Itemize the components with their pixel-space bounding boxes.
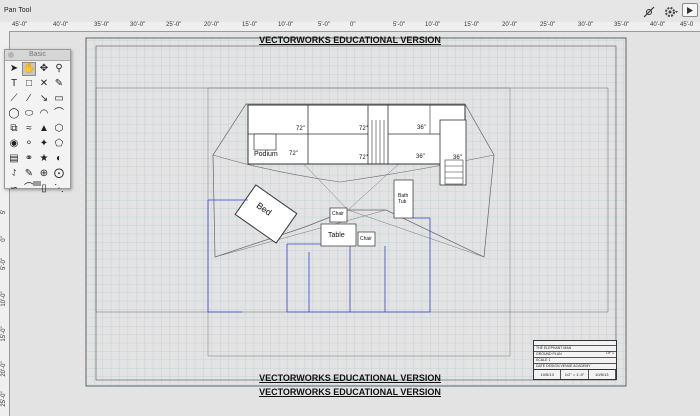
ruler-tick-label: 35'-0" [94, 22, 110, 28]
dimension-label: 72" [359, 155, 368, 161]
offset-icon[interactable]: ⚭ [22, 152, 36, 166]
title-block-scale: 1/2" = 1'-0" [561, 370, 589, 379]
flip-icon[interactable]: ⬠ [52, 137, 66, 151]
expand-palette-button[interactable] [682, 3, 698, 17]
title-block-plate: OF 1 [606, 351, 614, 355]
brush-icon[interactable]: ✎ [22, 167, 36, 181]
hexagon-icon[interactable]: ⬡ [52, 122, 66, 136]
title-block-date: 10/5/13 [534, 370, 562, 379]
active-tool-label: Pan Tool [4, 7, 32, 14]
palette-header[interactable]: Basic [5, 50, 70, 61]
push-pull-icon[interactable]: ⚬ [22, 137, 36, 151]
ruler-horizontal[interactable]: 45'-0" 40'-0" 35'-0" 30'-0" 25'-0" 20'-0… [0, 22, 700, 32]
ruler-tick-label: 10'-0" [425, 22, 441, 28]
tub-label: Tub [398, 199, 407, 205]
rectangle-callout-icon[interactable]: □ [22, 77, 36, 91]
arc-icon[interactable]: ◠ [37, 107, 51, 121]
educational-watermark-bottom-2: VECTORWORKS EDUCATIONAL VERSION [259, 387, 441, 397]
ruler-tick-label: 30'-0" [578, 22, 594, 28]
palette-tool-grid: ➤ ✋ ✥ ⚲ T □ ✕ ✎ ⟋ ∕ ↘ ▭ ◯ ⬭ ◠ ⌒ ⧉ ≈ ▲ ⬡ … [7, 62, 66, 196]
line-icon[interactable]: ⟋ [7, 92, 21, 106]
ruler-tick-label: 25'-0" [166, 22, 182, 28]
clip-icon[interactable]: ▤ [7, 152, 21, 166]
ruler-tick-label: 10'-0" [278, 22, 294, 28]
ruler-tick-label: 0" [1, 236, 7, 242]
rounded-rect-icon[interactable]: ▭ [52, 92, 66, 106]
palette-resize-icon[interactable] [33, 181, 41, 186]
freehand-icon[interactable]: ≈ [22, 122, 36, 136]
shapes-icon[interactable]: ▲ [37, 122, 51, 136]
ruler-tick-label: 15'-0" [242, 22, 258, 28]
oval-icon[interactable]: ⬭ [22, 107, 36, 121]
circle-icon[interactable]: ◯ [7, 107, 21, 121]
dimension-label: 36" [417, 125, 426, 131]
ruler-tick-label: 15'-0" [1, 326, 7, 342]
title-block[interactable]: ​ THE ELEPHANT MAN GROUND PLAN SCALE 1 D… [533, 340, 617, 380]
dimension-label: 36" [453, 155, 462, 161]
basic-tool-palette[interactable]: Basic ➤ ✋ ✥ ⚲ T □ ✕ ✎ ⟋ ∕ ↘ ▭ ◯ ⬭ ◠ ⌒ ⧉ … [4, 49, 71, 194]
eyedropper-icon[interactable]: ✎ [52, 77, 66, 91]
dimension-label: 36" [416, 154, 425, 160]
title-block-date-2: 10/5/13 [589, 370, 616, 379]
zoom-icon[interactable]: ⚲ [52, 62, 66, 76]
educational-watermark-top: VECTORWORKS EDUCATIONAL VERSION [259, 35, 441, 45]
double-line-icon[interactable]: ∕ [22, 92, 36, 106]
ruler-tick-label: 20'-0" [204, 22, 220, 28]
ruler-tick-label: 45'-0 [680, 22, 694, 28]
title-block-footer: 10/5/13 1/2" = 1'-0" 10/5/13 [534, 369, 616, 379]
more-icon[interactable]: ⋱ [52, 182, 66, 196]
polyline-icon[interactable]: ⧉ [7, 122, 21, 136]
podium-label: Podium [254, 151, 278, 158]
fillet-icon[interactable]: ⥌ [7, 167, 21, 181]
ruler-tick-label: 40'-0" [650, 22, 666, 28]
dimension-label: 72" [289, 151, 298, 157]
select-arrow-icon[interactable]: ➤ [7, 62, 21, 76]
chair-label: Chair [360, 236, 372, 242]
x-mark-icon[interactable]: ✕ [37, 77, 51, 91]
ruler-tick-label: 25'-0" [1, 391, 7, 407]
ruler-tick-label: 15'-0" [464, 22, 480, 28]
ruler-tick-label: 5'-0" [393, 22, 405, 28]
ruler-tick-label: 20'-0" [502, 22, 518, 28]
ruler-tick-label: 25'-0" [540, 22, 556, 28]
ellipse-icon[interactable]: ⨀ [52, 167, 66, 181]
dimension-label: 72" [296, 126, 305, 132]
top-toolbar: Pan Tool [0, 0, 700, 23]
ruler-tick-label: 5' [1, 209, 7, 215]
ruler-tick-label: 5'-0" [1, 258, 7, 270]
bucket-icon[interactable]: ◐ [52, 152, 66, 166]
loci-icon[interactable]: ⊕ [37, 167, 51, 181]
chair-label: Chair [332, 211, 344, 217]
stair-icon[interactable]: ∽ [7, 182, 21, 196]
ruler-tick-label: 45'-0" [12, 22, 28, 28]
dim-arrow-icon[interactable]: ↘ [37, 92, 51, 106]
ruler-tick-label: 30'-0" [130, 22, 146, 28]
wand-icon[interactable]: ★ [37, 152, 51, 166]
ruler-tick-label: 5'-0" [318, 22, 330, 28]
pipette-icon[interactable]: ◉ [7, 137, 21, 151]
pan-hand-icon[interactable]: ✋ [22, 62, 36, 76]
ruler-tick-label: 20'-0" [1, 361, 7, 377]
ruler-tick-label: 10'-0" [1, 291, 7, 307]
line-arc-icon[interactable]: ⌒ [52, 107, 66, 121]
dimension-label: 72" [359, 126, 368, 132]
flyover-icon[interactable]: ✥ [37, 62, 51, 76]
table-label: Table [328, 232, 345, 239]
gear-icon[interactable] [664, 5, 678, 17]
ruler-tick-label: 40'-0" [53, 22, 69, 28]
ruler-tick-label: 0" [350, 22, 356, 28]
ruler-tick-label: 35'-0" [614, 22, 630, 28]
palette-title: Basic [28, 51, 47, 58]
text-icon[interactable]: T [7, 77, 21, 91]
mirror-icon[interactable]: ✦ [37, 137, 51, 151]
triangle-right-icon [687, 6, 693, 14]
snap-settings-icon[interactable] [643, 5, 655, 18]
